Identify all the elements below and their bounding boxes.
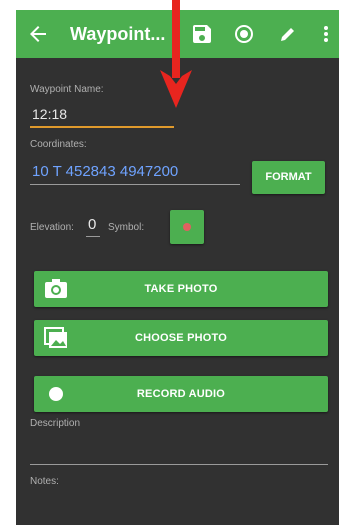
annotation-arrow-icon — [160, 0, 192, 108]
coordinates-label: Coordinates: — [30, 139, 87, 150]
edit-pencil-icon[interactable] — [276, 22, 300, 46]
back-arrow-icon[interactable] — [26, 22, 50, 46]
symbol-label: Symbol: — [108, 222, 145, 233]
waypoint-name-label: Waypoint Name: — [30, 84, 104, 95]
format-button[interactable]: FORMAT — [252, 161, 325, 194]
description-label: Description — [30, 418, 81, 429]
waypoint-name-input[interactable]: 12:18 — [32, 105, 67, 123]
symbol-button[interactable] — [170, 210, 204, 244]
target-icon[interactable] — [232, 22, 256, 46]
elevation-label: Elevation: — [30, 222, 74, 233]
choose-photo-button[interactable]: CHOOSE PHOTO — [34, 320, 328, 356]
description-input[interactable] — [30, 464, 328, 465]
elevation-underline — [86, 236, 100, 237]
notes-label: Notes: — [30, 476, 59, 487]
notes-input[interactable] — [30, 492, 328, 525]
record-audio-label: RECORD AUDIO — [136, 388, 226, 400]
more-vert-icon[interactable] — [314, 22, 338, 46]
coordinates-underline — [30, 184, 240, 185]
elevation-input[interactable]: 0 — [88, 216, 96, 234]
symbol-dot-icon — [183, 223, 191, 231]
choose-photo-label: CHOOSE PHOTO — [134, 332, 228, 344]
coordinates-input[interactable]: 10 T 452843 4947200 — [32, 163, 178, 181]
waypoint-name-underline — [30, 126, 174, 128]
take-photo-label: TAKE PHOTO — [144, 283, 218, 295]
toolbar-title: Waypoint... — [70, 24, 166, 44]
record-audio-button[interactable]: RECORD AUDIO — [34, 376, 328, 412]
take-photo-button[interactable]: TAKE PHOTO — [34, 271, 328, 307]
